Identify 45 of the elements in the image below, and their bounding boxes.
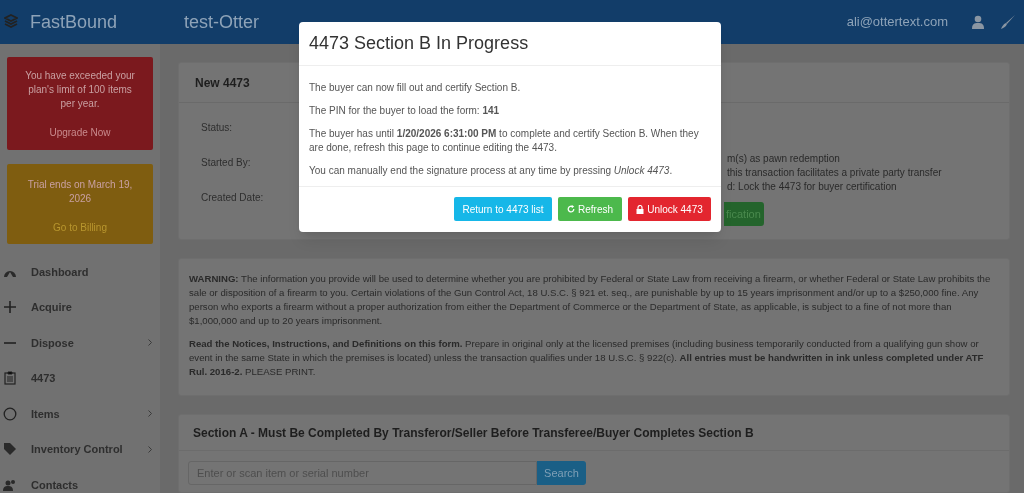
field-label: Started By: <box>201 156 251 170</box>
nav-link[interactable]: Dashboard <box>31 263 89 280</box>
nav-link[interactable]: Items <box>31 405 60 422</box>
chevron-icon <box>148 410 152 418</box>
modal-text: The buyer can now fill out and certify Section B. <box>309 81 522 95</box>
alert-message: You have exceeded your plan's limit of 100 items per year. <box>25 69 135 111</box>
chevron-icon <box>148 445 152 453</box>
search-button[interactable]: Search <box>537 461 586 485</box>
nav-link[interactable]: Contacts <box>31 476 79 493</box>
option-text: m(s) as pawn redemption <box>726 152 841 166</box>
modal-text: You can manually end the signature process at any time by pressing Unlock 4473. <box>309 164 674 178</box>
chevron-icon <box>148 339 152 347</box>
nav-link[interactable]: 4473 <box>31 370 56 387</box>
people-icon <box>3 477 17 492</box>
card-title: New 4473 <box>195 74 250 92</box>
field-label: Status: <box>201 121 233 135</box>
modal-text: The buyer has until 1/20/2026 6:31:00 PM to complete and certify Section B. When they are done, refresh this page to continue editing the 4473. <box>309 127 700 155</box>
clipboard-icon <box>3 371 17 386</box>
nav-link[interactable]: Dispose <box>31 334 74 351</box>
alert-message: Trial ends on March 19, 2026 <box>26 178 134 206</box>
modal-title: 4473 Section B In Progress <box>309 32 529 55</box>
section-title: Section A - Must Be Completed By Transferor/Seller Before Transferee/Buyer Completes Section B <box>193 424 754 442</box>
minus-icon <box>3 341 17 344</box>
account-name: test-Otter <box>184 10 260 34</box>
logo-icon <box>4 14 18 30</box>
field-label: Created Date: <box>201 191 264 205</box>
circle-icon <box>3 406 17 421</box>
dialog-button[interactable]: Refresh <box>558 197 622 221</box>
plus-icon <box>3 300 17 315</box>
warning-text: WARNING: The information you provide will be used to determine whether you are prohibited by Federal or State Law from receiving a firearm, or whether Federal or State Law prohibits the sale or disposition of a firearm to you. Certain violations of the Gun Control Act, 18 U.S.C. § 921 et. seq., are punishable by up to 15 years imprisonment and/or up to a $250,000 fine. Any person who exports a firearm without a proper authorization from either the Department of Commerce or the Department of State, as applicable, is subject to a fine of not more than $1,000,000 and up to 20 years imprisonment. <box>189 271 992 328</box>
nav-link[interactable]: Inventory Control <box>31 441 123 458</box>
option-text: this transaction facilitates a private party transfer <box>726 166 942 180</box>
refresh-icon <box>567 205 575 213</box>
brush-icon[interactable] <box>1000 14 1016 30</box>
dialog-button[interactable]: Unlock 4473 <box>628 197 711 221</box>
tag-icon <box>3 442 17 457</box>
alert-link[interactable]: Upgrade Now <box>49 125 111 140</box>
lock-icon <box>636 204 645 214</box>
user-icon[interactable] <box>972 15 984 29</box>
user-email[interactable]: ali@ottertext.com <box>846 12 948 32</box>
nav-link[interactable]: Acquire <box>31 299 72 316</box>
dialog-button[interactable]: Return to 4473 list <box>454 197 552 221</box>
modal-text: The PIN for the buyer to load the form: 141 <box>309 104 501 118</box>
option-text: d: Lock the 4473 for buyer certification <box>726 180 898 194</box>
brand-name[interactable]: FastBound <box>30 8 118 36</box>
